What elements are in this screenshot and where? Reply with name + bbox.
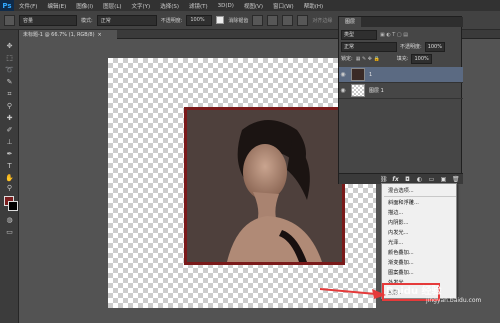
menu-stroke[interactable]: 描边... — [388, 209, 403, 216]
layer-opacity-field[interactable]: 100% — [424, 41, 445, 52]
stamp-tool-icon[interactable]: ⊥ — [4, 138, 15, 147]
hand-tool-icon[interactable]: ✋ — [4, 174, 15, 183]
mode-dropdown[interactable]: 正常 — [96, 14, 157, 26]
layer-row-2[interactable]: ◉ 图层 1 — [339, 83, 463, 99]
marquee-tool-icon[interactable]: ⬚ — [4, 54, 15, 63]
menu-inner-glow[interactable]: 内发光... — [388, 229, 409, 236]
background-color-swatch[interactable] — [8, 201, 18, 211]
eyedropper-tool-icon[interactable]: ⚲ — [4, 102, 15, 111]
smooth-label: 消除锯齿 — [228, 17, 249, 24]
tab-layers[interactable]: 图层 — [339, 17, 362, 27]
menu-bar: Ps 文件(F) 编辑(E) 图像(I) 图层(L) 文字(Y) 选择(S) 滤… — [0, 0, 500, 11]
screen-mode-icon[interactable]: ▭ — [4, 228, 15, 237]
layer-opacity-label: 不透明度: — [400, 44, 422, 50]
menu-gradient-overlay[interactable]: 渐变叠加... — [388, 259, 414, 266]
lock-label: 锁定: — [341, 56, 353, 62]
menu-3d[interactable]: 3D(D) — [213, 3, 239, 9]
menu-image[interactable]: 图像(I) — [71, 2, 98, 10]
crop-tool-icon[interactable]: ⌗ — [4, 90, 15, 99]
layer-row-1[interactable]: ◉ 1 — [339, 67, 463, 83]
layers-panel: 图层 类型 ▣ ◐ T ▢ ▤ 正常 不透明度: 100% 锁定: ▦ ✎ ✥ … — [338, 16, 463, 184]
layer-blend-dropdown[interactable]: 正常 — [341, 41, 397, 52]
quick-select-tool-icon[interactable]: ✎ — [4, 78, 15, 87]
align-edges-label: 对齐边缘 — [312, 17, 333, 24]
layer-name: 1 — [369, 71, 373, 78]
adjustment-layer-icon[interactable]: ◐ — [416, 176, 423, 183]
delete-layer-icon[interactable]: 🗑 — [452, 176, 460, 183]
opacity-label: 不透明度: — [160, 17, 183, 24]
filter-kind-dropdown[interactable]: 类型 — [341, 29, 377, 40]
menu-layer[interactable]: 图层(L) — [98, 2, 126, 10]
layers-panel-tabs: 图层 — [339, 17, 463, 27]
quick-mask-icon[interactable]: ◍ — [4, 216, 15, 225]
menu-select[interactable]: 选择(S) — [155, 2, 184, 10]
type-tool-icon[interactable]: T — [4, 162, 15, 171]
healing-brush-tool-icon[interactable]: ✚ — [4, 114, 15, 123]
portrait-illustration — [187, 110, 342, 262]
lock-row: 锁定: ▦ ✎ ✥ 🔒 填充: 100% — [341, 53, 461, 64]
layer-name: 图层 1 — [369, 88, 384, 94]
document-tab-title: 未标题-1 @ 66.7% (1, RGB/8) — [23, 32, 95, 38]
annotation-arrow-icon — [319, 288, 386, 299]
new-layer-icon[interactable]: ▣ — [440, 176, 447, 183]
menu-type[interactable]: 文字(Y) — [127, 2, 156, 10]
lock-icons[interactable]: ▦ ✎ ✥ 🔒 — [356, 56, 380, 62]
tools-panel: ✥ ⬚ ➰ ✎ ⌗ ⚲ ✚ ✐ ⊥ ✒ T ✋ ⚲ ◍ ▭ — [0, 30, 19, 323]
layer-filter-row: 类型 ▣ ◐ T ▢ ▤ — [341, 29, 461, 40]
lasso-tool-icon[interactable]: ➰ — [4, 66, 15, 75]
menu-satin[interactable]: 光泽... — [388, 239, 403, 246]
menu-blending-options[interactable]: 混合选项... — [388, 187, 414, 194]
menu-filter[interactable]: 滤镜(T) — [184, 2, 213, 10]
pen-tool-icon[interactable]: ✒ — [4, 150, 15, 159]
menu-window[interactable]: 窗口(W) — [268, 2, 299, 10]
menu-file[interactable]: 文件(F) — [14, 2, 42, 10]
smooth-checkbox[interactable] — [216, 16, 225, 24]
menu-inner-shadow[interactable]: 内阴影... — [388, 219, 409, 226]
layer-thumbnail — [351, 68, 365, 81]
path-op-icon[interactable] — [252, 14, 264, 26]
menu-color-overlay[interactable]: 颜色叠加... — [388, 249, 414, 256]
filter-icons[interactable]: ▣ ◐ T ▢ ▤ — [380, 32, 408, 38]
visibility-eye-icon[interactable]: ◉ — [339, 87, 347, 94]
fx-icon[interactable]: fx — [392, 176, 399, 183]
portrait-photo — [187, 110, 342, 262]
visibility-eye-icon[interactable]: ◉ — [339, 71, 347, 78]
opacity-field[interactable]: 100% — [186, 14, 213, 26]
photoshop-logo: Ps — [0, 0, 14, 11]
path-arrange-icon[interactable] — [282, 14, 294, 26]
menu-bevel-emboss[interactable]: 斜面和浮雕... — [388, 199, 419, 206]
mode-label: 模式: — [81, 17, 93, 24]
move-tool-icon[interactable]: ✥ — [4, 42, 15, 51]
document-tab[interactable]: 未标题-1 @ 66.7% (1, RGB/8) × — [19, 30, 117, 39]
menu-help[interactable]: 帮助(H) — [299, 2, 328, 10]
tab-close-icon[interactable]: × — [98, 32, 102, 38]
link-layers-icon[interactable]: ⛓ — [380, 176, 388, 183]
layer-thumbnail — [351, 84, 365, 97]
fill-label: 填充: — [396, 56, 409, 62]
zoom-tool-icon[interactable]: ⚲ — [4, 184, 15, 193]
tool-preset-icon[interactable] — [4, 14, 15, 26]
add-mask-icon[interactable]: ◘ — [404, 176, 411, 183]
menu-pattern-overlay[interactable]: 图案叠加... — [388, 269, 414, 276]
watermark-url: jingyan.baidu.com — [426, 297, 482, 304]
new-group-icon[interactable]: ▭ — [428, 176, 435, 183]
blend-dropdown[interactable]: 容量 — [19, 14, 77, 26]
path-align-icon[interactable] — [267, 14, 279, 26]
watermark-brand: Baidu 经验 — [386, 286, 442, 297]
fill-field[interactable]: 100% — [411, 53, 432, 64]
blend-row: 正常 不透明度: 100% — [341, 41, 461, 52]
photo-layer-frame[interactable] — [184, 107, 345, 265]
menu-view[interactable]: 视图(V) — [239, 2, 268, 10]
brush-tool-icon[interactable]: ✐ — [4, 126, 15, 135]
menu-edit[interactable]: 编辑(E) — [42, 2, 71, 10]
settings-gear-icon[interactable] — [297, 14, 309, 26]
baidu-jingyan-watermark: Baidu 经验 jingyan.baidu.com — [386, 282, 500, 306]
menu-separator — [384, 196, 456, 197]
